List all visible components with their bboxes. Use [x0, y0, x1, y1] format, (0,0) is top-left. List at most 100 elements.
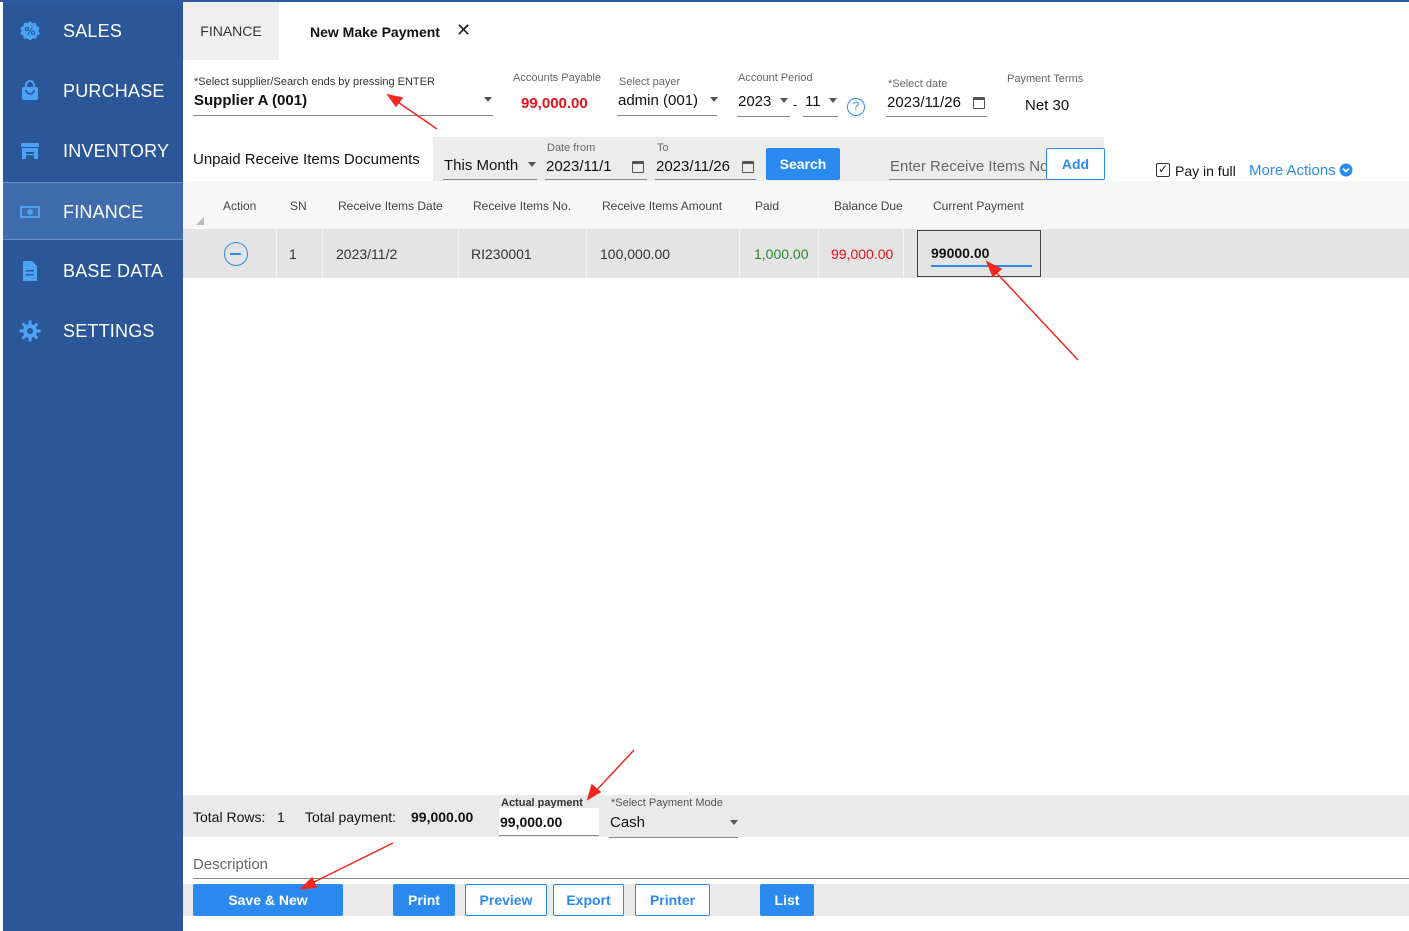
- total-payment-label: Total payment:: [305, 809, 397, 825]
- section-title: Unpaid Receive Items Documents: [193, 151, 420, 168]
- cell-date: 2023/11/2: [336, 246, 398, 262]
- sidebar-item-purchase[interactable]: PURCHASE: [3, 62, 183, 120]
- money-icon: [20, 206, 40, 218]
- actual-payment-value[interactable]: 99,000.00: [500, 814, 562, 830]
- date-from-underline: [545, 179, 647, 180]
- annotation-arrow-current-payment: [991, 267, 1079, 361]
- payer-select[interactable]: admin (001): [618, 92, 698, 109]
- sidebar-item-inventory[interactable]: INVENTORY: [3, 122, 183, 180]
- range-select[interactable]: This Month: [444, 157, 518, 174]
- supplier-input[interactable]: Supplier A (001): [194, 92, 307, 109]
- tab-finance[interactable]: FINANCE: [183, 2, 279, 60]
- column-divider: [903, 229, 904, 278]
- chevron-down-icon[interactable]: [829, 98, 837, 103]
- period-month-select[interactable]: 11: [805, 93, 821, 110]
- search-button[interactable]: Search: [766, 148, 840, 180]
- printer-button[interactable]: Printer: [635, 884, 710, 916]
- payment-mode-select[interactable]: Cash: [610, 814, 645, 831]
- description-underline: [193, 878, 1409, 879]
- chevron-down-circle-icon[interactable]: [1339, 163, 1353, 177]
- column-divider: [586, 229, 587, 278]
- annotation-arrow-actual-payment: [591, 749, 635, 796]
- svg-text:%: %: [24, 25, 35, 38]
- calendar-icon[interactable]: [742, 161, 754, 173]
- payment-mode-underline: [609, 837, 738, 838]
- chevron-down-icon[interactable]: [780, 98, 788, 103]
- column-header: Action: [223, 199, 257, 213]
- resize-corner-icon: [196, 217, 204, 225]
- add-button[interactable]: Add: [1046, 148, 1105, 180]
- pay-in-full-label[interactable]: Pay in full: [1175, 163, 1236, 179]
- column-divider: [458, 229, 459, 278]
- date-from-input[interactable]: 2023/11/1: [546, 158, 612, 175]
- sidebar-item-sales[interactable]: % SALES: [3, 2, 183, 60]
- list-button[interactable]: List: [760, 884, 814, 916]
- column-header: Current Payment: [933, 199, 1024, 213]
- print-button[interactable]: Print: [393, 884, 455, 916]
- current-payment-input[interactable]: 99000.00: [917, 230, 1041, 277]
- tab-new-make-payment[interactable]: New Make Payment: [310, 24, 440, 40]
- remove-row-icon[interactable]: [224, 242, 248, 266]
- receive-items-no-input[interactable]: Enter Receive Items No.: [890, 158, 1053, 175]
- range-underline: [443, 179, 537, 180]
- accounts-payable-value: 99,000.00: [521, 95, 588, 112]
- table-header: Action SN Receive Items Date Receive Ite…: [183, 181, 1409, 229]
- column-divider: [322, 229, 323, 278]
- date-to-label: To: [657, 142, 669, 154]
- save-new-button[interactable]: Save & New: [193, 884, 343, 916]
- date-from-label: Date from: [547, 142, 596, 154]
- cell-balance: 99,000.00: [831, 246, 894, 262]
- more-actions-link[interactable]: More Actions: [1249, 162, 1336, 179]
- close-icon[interactable]: ✕: [456, 20, 471, 41]
- column-header: Receive Items No.: [473, 199, 572, 213]
- period-year-select[interactable]: 2023: [738, 93, 771, 110]
- supplier-underline: [193, 115, 493, 116]
- sidebar-item-base-data[interactable]: BASE DATA: [3, 242, 183, 300]
- sidebar-item-label: SETTINGS: [63, 321, 155, 341]
- cell-no: RI230001: [471, 246, 532, 262]
- payment-terms-value: Net 30: [1025, 97, 1070, 114]
- date-to-input[interactable]: 2023/11/26: [656, 158, 730, 175]
- sidebar-item-label: PURCHASE: [63, 81, 165, 101]
- preview-button[interactable]: Preview: [465, 884, 547, 916]
- current-payment-value[interactable]: 99000.00: [931, 245, 989, 261]
- column-header: SN: [290, 199, 307, 213]
- help-icon[interactable]: ?: [847, 98, 865, 116]
- calendar-icon[interactable]: [973, 97, 985, 109]
- date-to-underline: [655, 179, 756, 180]
- supplier-label: *Select supplier/Search ends by pressing…: [194, 76, 435, 88]
- column-header: Receive Items Amount: [602, 199, 723, 213]
- chevron-down-icon[interactable]: [484, 97, 492, 102]
- accounts-payable-label: Accounts Payable: [513, 72, 602, 84]
- date-input[interactable]: 2023/11/26: [887, 94, 961, 111]
- cell-paid: 1,000.00: [754, 246, 809, 262]
- column-header: Paid: [755, 199, 780, 213]
- sidebar: % SALES PURCHASE INVENTORY FINANCE BASE …: [3, 2, 183, 931]
- description-input[interactable]: Description: [193, 856, 268, 873]
- sidebar-item-finance[interactable]: FINANCE: [3, 182, 183, 240]
- total-payment-value: 99,000.00: [411, 809, 474, 825]
- account-period-label: Account Period: [738, 72, 813, 84]
- date-underline: [886, 116, 987, 117]
- pay-in-full-checkbox[interactable]: ✓: [1156, 163, 1170, 177]
- table-row: 1 2023/11/2 RI230001 100,000.00 1,000.00…: [183, 229, 1409, 278]
- chevron-down-icon[interactable]: [528, 162, 536, 167]
- payer-label: Select payer: [619, 76, 681, 88]
- chevron-down-icon[interactable]: [710, 97, 718, 102]
- chevron-down-icon[interactable]: [730, 820, 738, 825]
- column-header: Balance Due: [834, 199, 903, 213]
- period-year-underline: [737, 116, 790, 117]
- warehouse-icon: [21, 143, 39, 159]
- total-rows-value: 1: [277, 809, 285, 825]
- export-button[interactable]: Export: [553, 884, 624, 916]
- sales-badge-icon: %: [20, 21, 40, 41]
- annotation-arrow-save: [305, 842, 394, 887]
- column-divider: [739, 229, 740, 278]
- sidebar-item-settings[interactable]: SETTINGS: [3, 302, 183, 360]
- calendar-icon[interactable]: [632, 161, 644, 173]
- payment-mode-label: *Select Payment Mode: [611, 797, 723, 809]
- document-icon: [23, 261, 37, 281]
- period-month-underline: [803, 116, 838, 117]
- annotation-arrowhead: [386, 93, 404, 108]
- cell-amount: 100,000.00: [600, 246, 671, 262]
